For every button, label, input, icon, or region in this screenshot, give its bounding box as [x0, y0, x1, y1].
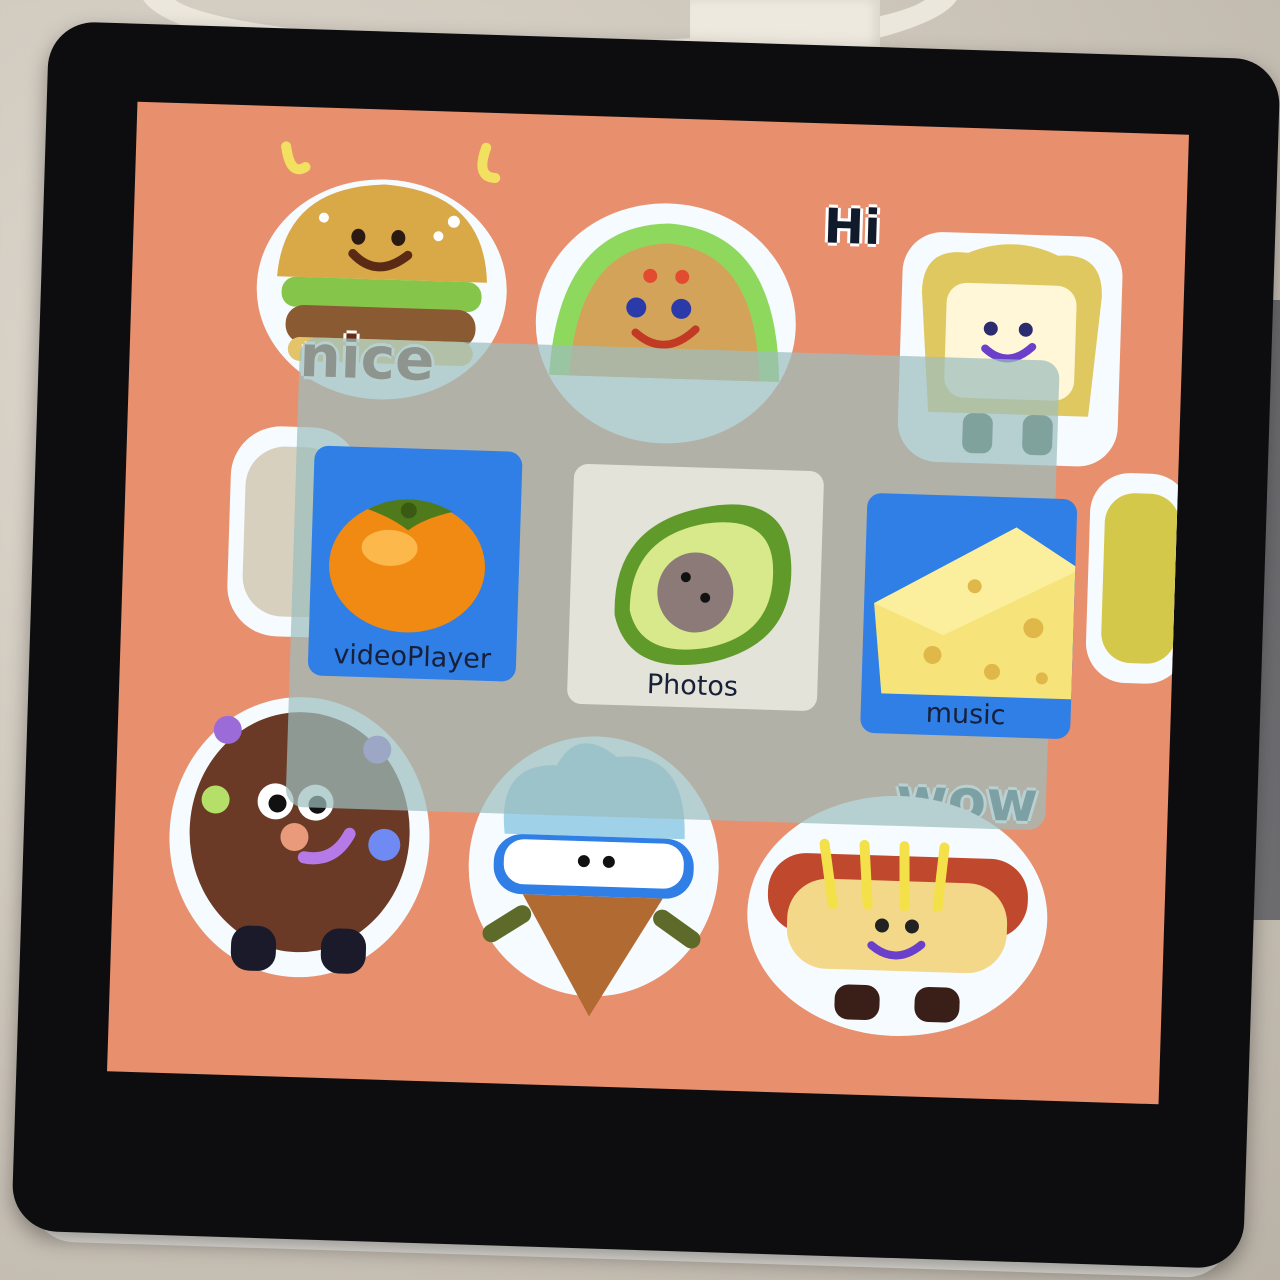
hi-sticker-text: Hi — [823, 198, 882, 257]
app-tile-music[interactable]: music — [860, 492, 1078, 740]
app-label-music: music — [925, 697, 1007, 732]
app-tile-photos[interactable]: Photos — [566, 463, 825, 712]
app-label-photos: Photos — [646, 669, 739, 703]
app-tile-videoplayer[interactable]: videoPlayer — [307, 445, 523, 682]
app-launcher-panel: videoPlayer Photos music — [285, 336, 1078, 831]
app-label-videoplayer: videoPlayer — [332, 639, 492, 676]
device-screen: nice Hi wow — [107, 101, 1189, 1105]
